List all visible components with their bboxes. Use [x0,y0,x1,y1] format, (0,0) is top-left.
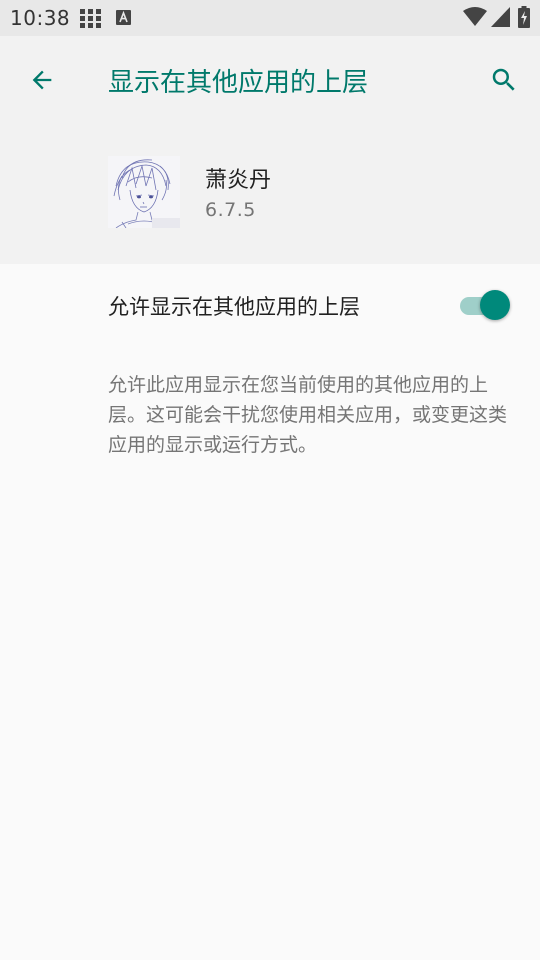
anime-portrait-image [108,156,180,228]
permission-label: 允许显示在其他应用的上层 [108,295,360,319]
search-button[interactable] [484,60,524,100]
permission-toggle-row[interactable]: 允许显示在其他应用的上层 [0,264,540,346]
app-version: 6.7.5 [205,199,256,221]
app-icon [108,156,180,228]
permission-description: 允许此应用显示在您当前使用的其他应用的上层。这可能会干扰您使用相关应用，或变更这… [108,374,508,456]
search-icon [492,68,515,91]
wifi-icon [463,7,487,26]
header-region: 显示在其他应用的上层 萧炎丹 6.7.5 [0,36,540,264]
overlay-permission-toggle[interactable] [458,288,514,324]
a-notification-icon [116,10,131,25]
page-title: 显示在其他应用的上层 [108,68,369,98]
back-button[interactable] [22,62,62,98]
status-time: 10:38 [10,6,71,30]
arrow-back-icon [32,70,52,90]
signal-icon [491,7,510,27]
grid-icon [80,9,101,28]
status-bar: 10:38 [0,0,540,36]
toggle-thumb [480,290,510,320]
app-name: 萧炎丹 [205,168,272,193]
battery-charging-icon [518,6,530,28]
